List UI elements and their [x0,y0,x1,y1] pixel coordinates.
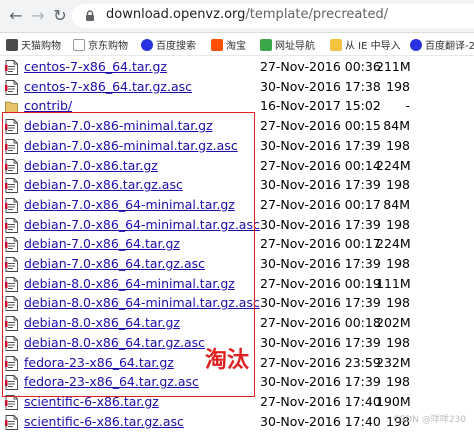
file-date: 30-Nov-2016 17:39 [260,137,381,153]
file-size: 224M [376,157,411,173]
file-size: 198 [386,295,410,311]
file-size: 198 [386,78,410,94]
page-icon [73,38,85,51]
file-date: 27-Nov-2016 00:17 [260,196,381,212]
bookmark-ie-import[interactable]: 从 IE 中导入 [330,37,401,52]
file-date: 30-Nov-2016 17:39 [260,256,381,271]
back-icon[interactable]: ← [6,6,26,26]
baidu-icon [141,38,153,51]
bookmark-label: 网址导航 [275,41,315,52]
taobao-icon [211,38,223,51]
file-size: 198 [386,334,410,350]
file-date: 30-Nov-2016 17:39 [260,334,381,350]
file-date: 30-Nov-2016 17:39 [260,374,381,390]
bookmark-label: 百度翻译-2 [425,41,474,52]
bookmark-baidu-search[interactable]: 百度搜索 [141,37,196,52]
bookmark-label: 天猫购物 [21,41,61,52]
file-date: 30-Nov-2016 17:39 [260,177,381,193]
bookmark-label: 淘宝 [226,41,246,52]
file-size: 190M [376,393,411,409]
file-date: 27-Nov-2016 23:59 [260,354,381,370]
bookmark-nav[interactable]: 网址导航 [260,37,315,52]
file-date: 27-Nov-2016 00:18 [260,315,381,331]
grid-icon [6,38,18,51]
file-size: 198 [386,137,410,153]
file-size: 111M [376,275,411,291]
file-icon [5,79,18,95]
nav-icon [260,38,272,51]
file-date: 30-Nov-2016 17:39 [260,216,381,232]
bookmark-label: 京东购物 [88,41,128,52]
baidu-icon [410,38,422,51]
browser-toolbar: ← → ↻ download.openvz.org/template/precr… [0,0,474,33]
annotation-label: 淘汰 [205,348,250,373]
file-size: 224M [376,236,411,252]
file-link[interactable]: centos-7-x86_64.tar.gz [24,59,167,74]
file-date: 30-Nov-2016 17:38 [260,78,381,94]
file-size: 198 [386,216,410,232]
url-text[interactable]: download.openvz.org/template/precreated/ [106,7,388,22]
bookmark-jd[interactable]: 京东购物 [73,37,128,52]
file-date: 27-Nov-2016 00:14 [260,157,381,173]
file-size: 211M [376,59,411,74]
table-row: centos-7-x86_64.tar.gz.asc 30-Nov-2016 17… [0,78,474,98]
bookmark-label: 百度搜索 [156,41,196,52]
file-date: 27-Nov-2016 00:15 [260,118,381,134]
bookmark-tmall[interactable]: 天猫购物 [6,37,61,52]
url-path: /template/precreated/ [245,7,389,22]
file-size: 202M [376,315,411,331]
url-host: download.openvz.org [106,7,246,22]
file-size: 84M [383,196,410,212]
file-date: 27-Nov-2016 00:19 [260,275,381,291]
lock-icon[interactable] [84,10,96,22]
file-date: 16-Nov-2017 15:02 [260,98,381,114]
bookmark-taobao[interactable]: 淘宝 [211,37,246,52]
bookmark-baidu-translate[interactable]: 百度翻译-2 [410,37,474,52]
file-date: 27-Nov-2016 17:40 [260,393,381,409]
bookmark-label: 从 IE 中导入 [345,41,401,52]
file-date: 27-Nov-2016 00:17 [260,236,381,252]
bookmarks-bar: 天猫购物 京东购物 百度搜索 淘宝 网址导航 从 IE 中导入 百度翻译-2 [0,33,474,56]
file-date: 30-Nov-2016 17:40 [260,413,381,429]
file-link[interactable]: scientific-6-x86.tar.gz.asc [24,414,184,429]
table-row: centos-7-x86_64.tar.gz 27-Nov-2016 00:36 2… [0,58,474,78]
file-icon [5,60,18,75]
watermark: CSDN @咩咩230 [393,415,466,425]
file-date: 30-Nov-2016 17:39 [260,295,381,311]
file-size: 198 [386,177,410,193]
address-bar[interactable]: download.openvz.org/template/precreated/ [72,4,474,28]
forward-icon[interactable]: → [28,6,48,26]
file-size: 198 [386,256,410,271]
folder-icon [330,38,342,51]
file-size: 232M [376,354,411,370]
file-icon [5,414,18,430]
file-icon [5,394,18,410]
file-link[interactable]: centos-7-x86_64.tar.gz.asc [24,79,192,94]
file-date: 27-Nov-2016 00:36 [260,59,381,74]
file-size: 84M [383,118,410,134]
file-size: 198 [386,374,410,390]
reload-icon[interactable]: ↻ [50,6,70,26]
file-size: - [405,98,410,114]
